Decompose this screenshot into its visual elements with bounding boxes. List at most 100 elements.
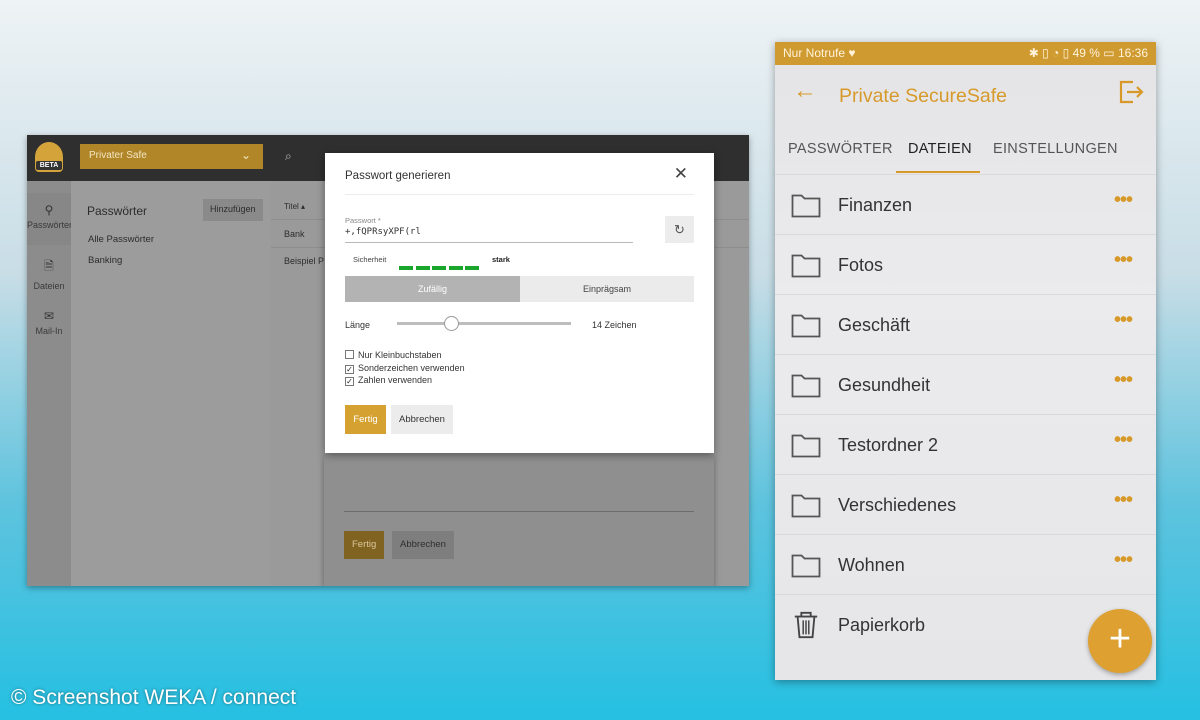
folder-icon [791,314,821,338]
folder-name: Geschäft [838,315,911,335]
rail-item-label: Dateien [33,281,65,291]
folder-icon [791,434,821,458]
file-icon: 🗎 [44,259,54,273]
option-special-chars[interactable]: ✓ Sonderzeichen verwenden [345,363,465,374]
rail-item-mail-in[interactable]: ✉ Mail-In [27,309,71,336]
rail-item-label: Mail-In [35,326,63,336]
length-label: Länge [345,320,371,330]
option-lowercase[interactable]: Nur Kleinbuchstaben [345,350,442,361]
folder-row[interactable]: Gesundheit ••• [775,354,1156,414]
safe-selector[interactable]: Privater Safe ⌄ [80,144,263,169]
folder-row[interactable]: Verschiedenes ••• [775,474,1156,534]
tab-bar: PASSWÖRTER DATEIEN EINSTELLUNGEN [775,137,1156,173]
column-header-title[interactable]: Titel ▴ [284,202,305,211]
folder-row[interactable]: Wohnen ••• [775,534,1156,594]
checkbox[interactable]: ✓ [345,365,354,374]
folder-icon [791,494,821,518]
folder-name: Verschiedenes [838,495,957,515]
folder-name: Wohnen [838,555,905,575]
category-item[interactable]: Alle Passwörter [88,234,154,245]
background-cancel-button[interactable]: Abbrechen [392,531,454,559]
logout-icon[interactable] [1118,79,1144,105]
more-options-icon[interactable]: ••• [1114,429,1133,452]
security-value: stark [492,255,510,264]
folder-name: Testordner 2 [838,435,939,455]
rail-item-files[interactable]: 🗎 Dateien [27,257,71,291]
folder-name: Fotos [838,255,884,275]
option-label: Sonderzeichen verwenden [358,363,465,373]
option-label: Nur Kleinbuchstaben [358,350,442,360]
active-tab-indicator [896,171,980,173]
search-icon[interactable]: ⌕ [285,149,292,164]
table-row[interactable]: Bank [284,229,305,239]
category-item[interactable]: Banking [88,255,122,266]
folder-row[interactable]: Finanzen ••• [775,174,1156,234]
checkbox[interactable]: ✓ [345,377,354,386]
image-credit: © Screenshot WEKA / connect [11,686,297,709]
more-options-icon[interactable]: ••• [1114,309,1133,332]
folder-row[interactable]: Fotos ••• [775,234,1156,294]
length-slider[interactable] [397,316,571,331]
nav-rail: ⚲ Passwörter 🗎 Dateien ✉ Mail-In [27,181,73,586]
back-arrow-icon[interactable]: ← [793,77,817,105]
tab-settings[interactable]: EINSTELLUNGEN [993,141,1118,157]
folder-icon [791,374,821,398]
strength-meter [399,257,482,270]
background-dialog: Fertig Abbrechen [324,455,714,586]
trash-icon [794,611,818,639]
logo-beta-label: BETA [36,161,62,170]
mail-icon: ✉ [43,309,55,323]
folder-row[interactable]: Geschäft ••• [775,294,1156,354]
app-bar: ← Private SecureSafe [775,65,1156,123]
close-icon[interactable]: ✕ [674,164,688,184]
password-generator-dialog: Passwort generieren ✕ Passwort * +,fQPRs… [325,153,714,453]
security-label: Sicherheit [353,255,387,264]
strength-segment [448,266,463,270]
folder-name: Finanzen [838,195,913,215]
folder-icon [791,554,821,578]
folder-icon [791,194,821,218]
option-numbers[interactable]: ✓ Zahlen verwenden [345,375,432,386]
done-button[interactable]: Fertig [345,405,386,434]
dialog-divider [344,511,694,512]
strength-segment [465,266,480,270]
strength-segment [432,266,447,270]
app-title: Private SecureSafe [839,85,1008,107]
dialog-title: Passwort generieren [345,170,451,182]
strength-segment [399,266,413,270]
cancel-button[interactable]: Abbrechen [391,405,453,434]
folder-name: Gesundheit [838,375,931,395]
background-done-button[interactable]: Fertig [344,531,385,559]
tab-files[interactable]: DATEIEN [908,141,972,157]
folder-row[interactable]: Testordner 2 ••• [775,414,1156,474]
more-options-icon[interactable]: ••• [1114,489,1133,512]
app-logo: BETA [35,142,63,172]
trash-label: Papierkorb [838,615,926,635]
checkbox[interactable] [345,350,354,359]
password-field[interactable]: +,fQPRsyXPF(rl [345,227,633,243]
chevron-down-icon: ⌄ [240,148,251,162]
slider-handle[interactable] [443,316,459,331]
safe-selector-label: Privater Safe [89,150,147,161]
key-icon: ⚲ [44,203,54,217]
more-options-icon[interactable]: ••• [1114,189,1133,212]
folder-icon [791,254,821,278]
category-title: Passwörter [87,204,148,218]
mode-memorable-button[interactable]: Einprägsam [520,276,694,302]
category-pane: Passwörter Hinzufügen Alle Passwörter Ba… [71,181,271,586]
more-options-icon[interactable]: ••• [1114,369,1133,392]
dialog-divider [345,194,694,195]
add-button[interactable]: Hinzufügen [203,199,263,221]
more-options-icon[interactable]: ••• [1114,249,1133,272]
refresh-icon[interactable]: ↻ [665,216,694,243]
rail-item-passwords[interactable]: ⚲ Passwörter [27,193,73,245]
tab-passwords[interactable]: PASSWÖRTER [788,141,893,157]
more-options-icon[interactable]: ••• [1114,549,1133,572]
status-right: ✱ ▯ ◔ ▯ 49 % ▭ 16:36 [1028,46,1148,60]
status-bar: Nur Notrufe ♥ ✱ ▯ ◔ ▯ 49 % ▭ 16:36 [775,42,1156,65]
mode-random-button[interactable]: Zufällig [345,276,520,302]
length-value: 14 Zeichen [592,320,637,330]
rail-item-label: Passwörter [27,220,73,230]
add-fab-button[interactable]: + [1088,609,1152,673]
table-row[interactable]: Beispiel P [284,256,324,266]
